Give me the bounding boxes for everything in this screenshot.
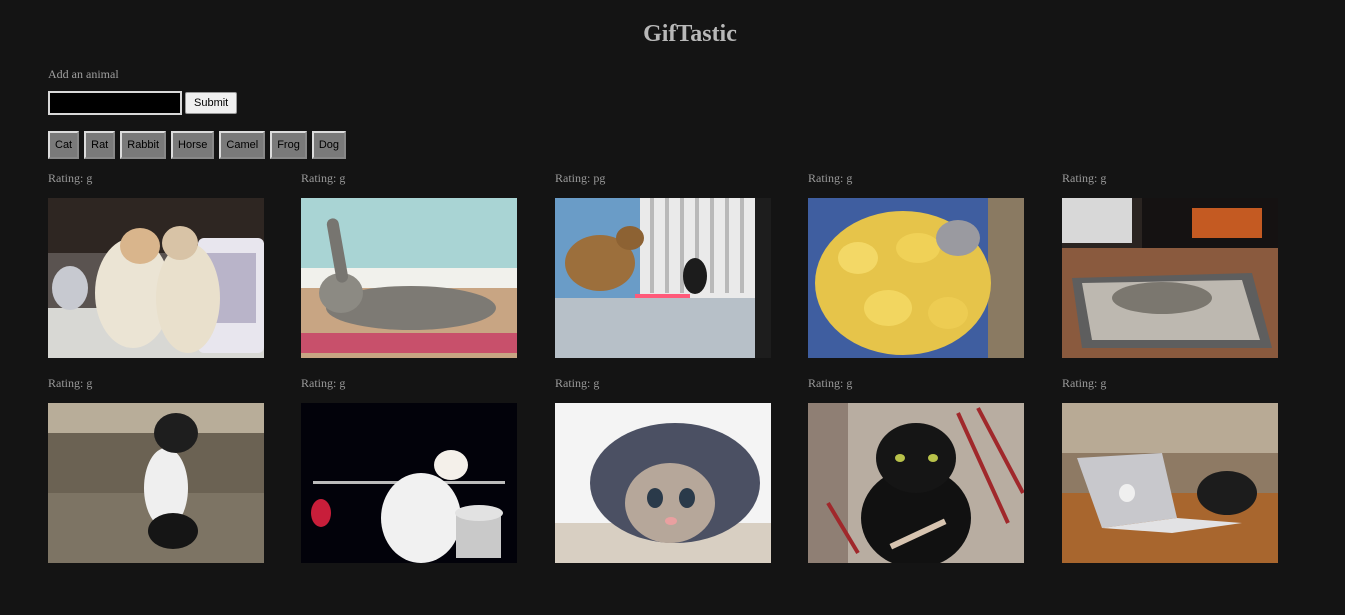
gif-card: Rating: g — [1062, 376, 1278, 563]
animal-button-rabbit[interactable]: Rabbit — [120, 131, 167, 159]
animal-button-bar: Cat Rat Rabbit Horse Camel Frog Dog — [48, 131, 346, 159]
gif-card: Rating: pg — [555, 171, 771, 358]
cat-gif-image[interactable] — [301, 198, 517, 358]
gif-rating: Rating: pg — [555, 171, 606, 185]
gif-rating: Rating: g — [48, 376, 93, 390]
cat-gif-image[interactable] — [1062, 198, 1278, 358]
gif-card: Rating: g — [301, 171, 517, 358]
gif-rating: Rating: g — [301, 376, 346, 390]
animal-button-frog[interactable]: Frog — [270, 131, 307, 159]
gif-rating: Rating: g — [808, 376, 853, 390]
gif-rating: Rating: g — [301, 171, 346, 185]
gif-card: Rating: g — [808, 171, 1024, 358]
animal-button-cat[interactable]: Cat — [48, 131, 80, 159]
chicks-gif-image[interactable] — [808, 198, 1024, 358]
gif-card: Rating: g — [555, 376, 771, 563]
gif-rating: Rating: g — [48, 171, 93, 185]
cat-gif-image[interactable] — [808, 403, 1024, 563]
animal-button-horse[interactable]: Horse — [171, 131, 215, 159]
page-title: GifTastic — [643, 21, 737, 47]
gif-card: Rating: g — [301, 376, 517, 563]
cat-gif-image[interactable] — [555, 403, 771, 563]
cat-gif-image[interactable] — [48, 198, 264, 358]
gif-card: Rating: g — [48, 376, 264, 563]
cat-gif-image[interactable] — [48, 403, 264, 563]
animal-button-rat[interactable]: Rat — [84, 131, 116, 159]
gif-rating: Rating: g — [555, 376, 600, 390]
gif-card: Rating: g — [808, 376, 1024, 563]
gif-card: Rating: g — [1062, 171, 1278, 358]
gif-card: Rating: g — [48, 171, 264, 358]
cat-laptop-gif-image[interactable] — [1062, 403, 1278, 563]
animal-input[interactable] — [48, 91, 182, 115]
dog-cat-gif-image[interactable] — [555, 198, 771, 358]
submit-button[interactable]: Submit — [185, 92, 238, 114]
add-animal-label: Add an animal — [48, 67, 119, 81]
gif-rating: Rating: g — [1062, 376, 1107, 390]
gif-rating: Rating: g — [1062, 171, 1107, 185]
animal-button-camel[interactable]: Camel — [219, 131, 266, 159]
gif-rating: Rating: g — [808, 171, 853, 185]
animal-button-dog[interactable]: Dog — [311, 131, 346, 159]
cat-gif-image[interactable] — [301, 403, 517, 563]
